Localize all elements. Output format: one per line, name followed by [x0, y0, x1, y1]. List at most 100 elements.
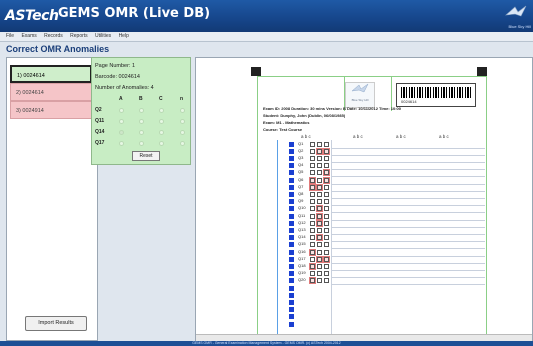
timing-mark [289, 299, 294, 305]
answer-bubble[interactable] [317, 242, 322, 248]
answer-radio[interactable] [159, 119, 164, 124]
answer-bubble[interactable] [309, 183, 316, 191]
answer-bubble[interactable] [324, 191, 329, 197]
answer-bubble[interactable] [310, 227, 315, 233]
sheet-item-2[interactable]: 2) 0024614 [10, 83, 92, 101]
answer-radio[interactable] [180, 130, 185, 135]
answer-bubble[interactable] [323, 176, 330, 184]
answer-bubble[interactable] [310, 213, 315, 219]
answer-bubble[interactable] [310, 235, 315, 241]
answer-bubble[interactable] [310, 220, 315, 226]
answer-radio[interactable] [139, 119, 144, 124]
menu-utilities[interactable]: Utilities [95, 32, 111, 41]
answer-bubble[interactable] [316, 255, 323, 263]
answer-bubble[interactable] [309, 248, 316, 256]
answer-bubble[interactable] [324, 220, 329, 226]
answer-radio[interactable] [139, 141, 144, 146]
import-results-button[interactable]: Import Results [25, 316, 87, 331]
answer-bubble[interactable] [316, 183, 323, 191]
row-rule [331, 248, 485, 250]
answer-radio[interactable] [159, 130, 164, 135]
answer-radio[interactable] [119, 108, 124, 113]
answer-bubble[interactable] [317, 249, 322, 255]
answer-bubble[interactable] [310, 199, 315, 205]
answer-bubble[interactable] [317, 278, 322, 284]
answer-bubble[interactable] [316, 147, 323, 155]
answer-bubble[interactable] [324, 213, 329, 219]
answer-bubble[interactable] [310, 271, 315, 277]
answer-bubble[interactable] [323, 255, 330, 263]
horizontal-scrollbar[interactable] [196, 334, 532, 341]
menu-records[interactable]: Records [44, 32, 63, 41]
answer-bubble[interactable] [309, 277, 316, 285]
answer-bubble[interactable] [316, 212, 323, 220]
menu-exams[interactable]: Exams [21, 32, 36, 41]
reset-button[interactable]: Reset [132, 151, 160, 161]
answer-radio[interactable] [139, 108, 144, 113]
answer-bubble[interactable] [317, 170, 322, 176]
timing-mark [289, 278, 294, 284]
question-row: Q7 [289, 183, 348, 191]
answer-bubble[interactable] [310, 191, 315, 197]
answer-bubble[interactable] [316, 205, 323, 213]
answer-bubble[interactable] [310, 206, 315, 212]
omr-sheet-viewer[interactable]: Blue Sky Hill 0024614 Exam ID: 2008 Dura… [195, 57, 533, 342]
answer-bubble[interactable] [324, 278, 329, 284]
answer-bubble[interactable] [317, 191, 322, 197]
answer-bubble[interactable] [324, 184, 329, 190]
answer-radio[interactable] [119, 130, 124, 135]
answer-bubble[interactable] [324, 155, 329, 161]
answer-bubble[interactable] [324, 199, 329, 205]
barcode-text: Barcode: 0024614 [95, 74, 140, 80]
answer-bubble[interactable] [317, 199, 322, 205]
answer-bubble[interactable] [324, 271, 329, 277]
question-label: Q19 [298, 270, 306, 276]
answer-radio[interactable] [159, 141, 164, 146]
answer-bubble[interactable] [310, 163, 315, 169]
answer-bubble[interactable] [310, 141, 315, 147]
answer-bubble[interactable] [324, 163, 329, 169]
answer-bubble[interactable] [310, 148, 315, 154]
answer-bubble[interactable] [324, 263, 329, 269]
answer-bubble[interactable] [310, 242, 315, 248]
sheet-item-1[interactable]: 1) 0024614 [10, 65, 92, 83]
answer-bubble[interactable] [310, 170, 315, 176]
answer-bubble[interactable] [317, 263, 322, 269]
answer-radio[interactable] [119, 141, 124, 146]
menu-reports[interactable]: Reports [70, 32, 88, 41]
answer-bubble[interactable] [324, 242, 329, 248]
answer-bubble[interactable] [324, 227, 329, 233]
answer-bubble[interactable] [317, 141, 322, 147]
answer-bubble[interactable] [324, 235, 329, 241]
answer-radio[interactable] [139, 130, 144, 135]
menu-help[interactable]: Help [119, 32, 129, 41]
timing-mark [289, 314, 294, 320]
answer-bubble[interactable] [324, 206, 329, 212]
answer-bubble[interactable] [317, 155, 322, 161]
answer-bubble[interactable] [317, 177, 322, 183]
timing-mark [289, 220, 294, 226]
answer-radio[interactable] [180, 108, 185, 113]
answer-radio[interactable] [180, 141, 185, 146]
question-row: Q2 [289, 147, 348, 155]
answer-bubble[interactable] [310, 155, 315, 161]
question-label: Q20 [298, 277, 306, 283]
answer-bubble[interactable] [317, 163, 322, 169]
answer-bubble[interactable] [317, 227, 322, 233]
answer-bubble[interactable] [324, 249, 329, 255]
answer-radio[interactable] [180, 119, 185, 124]
answer-bubble[interactable] [316, 219, 323, 227]
answer-bubble[interactable] [323, 147, 330, 155]
answer-radio[interactable] [159, 108, 164, 113]
answer-bubble[interactable] [324, 141, 329, 147]
answer-bubble[interactable] [317, 271, 322, 277]
answer-bubble[interactable] [316, 234, 323, 242]
question-row: Q8 [289, 191, 348, 197]
answer-radio[interactable] [119, 119, 124, 124]
answer-bubble[interactable] [323, 169, 330, 177]
menu-file[interactable]: File [6, 32, 14, 41]
answer-bubble[interactable] [310, 256, 315, 262]
answer-bubble[interactable] [309, 262, 316, 270]
sheet-item-3[interactable]: 3) 0024914 [10, 101, 92, 119]
answer-bubble[interactable] [309, 176, 316, 184]
